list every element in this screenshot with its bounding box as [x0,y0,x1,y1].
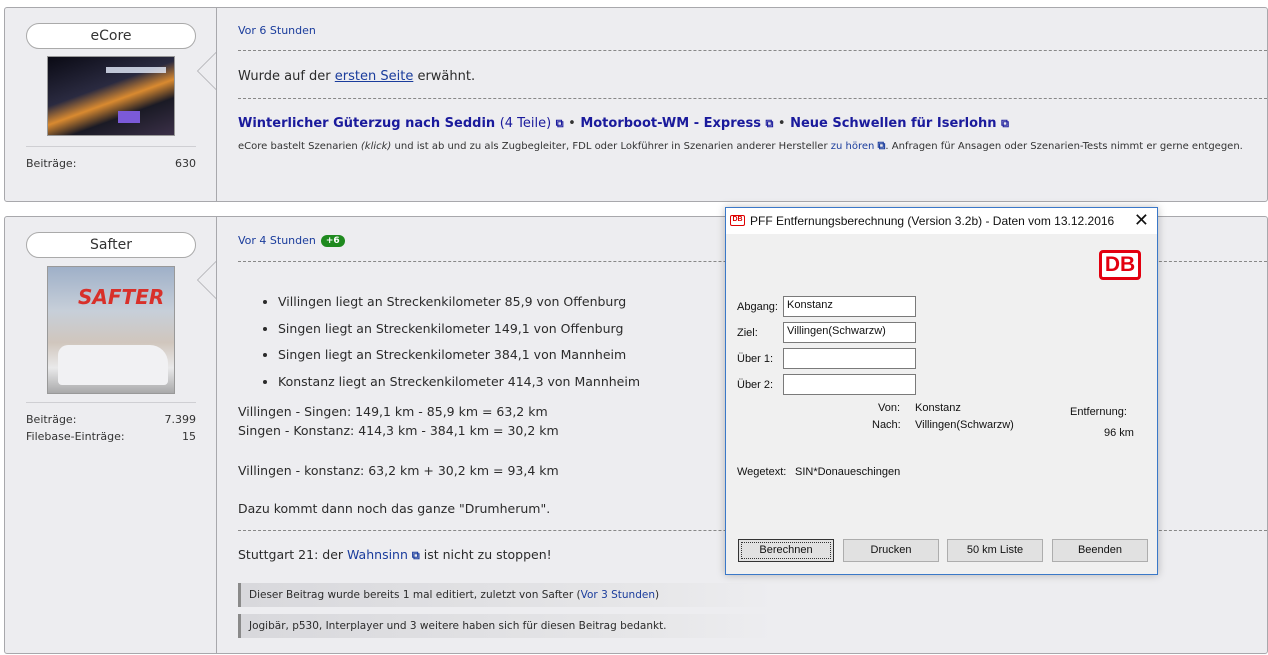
von-value: Konstanz [915,402,961,414]
stat-label: Filebase-Einträge: [26,430,125,443]
stat-label: Beiträge: [26,413,77,426]
ueber2-label: Über 2: [737,379,774,391]
text: eCore bastelt Szenarien [238,141,361,152]
signature-link-guterzug[interactable]: Winterlicher Güterzug nach Seddin [238,116,495,131]
post-text: Wurde auf der ersten Seite erwähnt. [238,69,475,84]
signature-divider [238,98,1267,99]
external-link-icon: ⧉ [765,117,774,130]
ziel-input[interactable]: Villingen(Schwarzw) [783,322,916,343]
external-link-icon: ⧉ [555,117,564,130]
separator: • [568,116,576,131]
calc-line: Villingen - konstanz: 63,2 km + 30,2 km … [238,463,559,478]
post-content: Vor 6 Stunden Wurde auf der ersten Seite… [238,8,1267,201]
post-ecore: eCore Beiträge: 630 Vor 6 Stunden Wurde … [4,7,1268,202]
external-link-icon: ⧉ [411,549,420,562]
wegetext-value: SIN*Donaueschingen [795,466,901,478]
title-bar[interactable]: DB PFF Entfernungsberechnung (Version 3.… [726,208,1157,234]
stat-value: 630 [175,157,196,170]
text: ) [654,589,660,601]
pff-dialog-window: DB PFF Entfernungsberechnung (Version 3.… [725,207,1158,575]
wegetext-label: Wegetext: [737,466,787,478]
username[interactable]: eCore [26,23,196,49]
calc-line: Dazu kommt dann noch das ganze "Drumheru… [238,501,551,516]
stat-label: Beiträge: [26,157,77,170]
like-badge[interactable]: +6 [320,235,345,247]
text: ist nicht zu stoppen! [419,547,552,562]
avatar-detail [106,67,166,73]
user-stats: Beiträge: 7.399 Filebase-Einträge: 15 [26,402,196,445]
speech-arrow [197,261,216,299]
signature-links: Winterlicher Güterzug nach Seddin (4 Tei… [238,116,1009,131]
calc-line: Villingen - Singen: 149,1 km - 85,9 km =… [238,404,548,419]
signature-link-teile[interactable]: (4 Teile) [500,116,552,131]
list-item: Singen liegt an Streckenkilometer 149,1 … [278,316,640,343]
nach-label: Nach: [872,419,901,431]
abgang-label: Abgang: [737,301,778,313]
edit-time-link[interactable]: Vor 3 Stunden [581,589,655,601]
edit-note: Dieser Beitrag wurde bereits 1 mal editi… [238,583,773,607]
von-label: Von: [878,402,901,414]
db-app-icon: DB [730,215,745,226]
abgang-input[interactable]: Konstanz [783,296,916,317]
signature-text: eCore bastelt Szenarien (klick) und ist … [238,139,1243,153]
external-link-icon: ⧉ [1001,117,1009,130]
thanks-note: Jogibär, p530, Interplayer und 3 weitere… [238,614,773,638]
avatar[interactable]: SAFTER [47,266,175,394]
drucken-button[interactable]: Drucken [843,539,939,562]
berechnen-button[interactable]: Berechnen [738,539,834,562]
signature-link-motorboot[interactable]: Motorboot-WM - Express [580,116,761,131]
stat-row: Beiträge: 630 [26,155,196,172]
calculation-block: Villingen - Singen: 149,1 km - 85,9 km =… [238,402,559,440]
avatar-detail [58,345,168,385]
post-sidebar: eCore Beiträge: 630 [5,8,217,201]
calc-line: Singen - Konstanz: 414,3 km - 384,1 km =… [238,423,559,438]
list-item: Singen liegt an Streckenkilometer 384,1 … [278,342,640,369]
nach-value: Villingen(Schwarzw) [915,419,1014,431]
wahnsinn-link[interactable]: Wahnsinn [347,547,408,562]
avatar-detail [118,111,140,123]
ziel-label: Ziel: [737,327,758,339]
avatar-sign-text: SAFTER [78,285,165,309]
50km-liste-button[interactable]: 50 km Liste [947,539,1043,562]
stat-value: 7.399 [164,413,197,426]
text: Dieser Beitrag wurde bereits 1 mal editi… [249,589,581,601]
kilometer-list: Villingen liegt an Streckenkilometer 85,… [264,289,640,395]
signature-text: Stuttgart 21: der Wahnsinn ⧉ ist nicht z… [238,547,552,563]
list-item: Villingen liegt an Streckenkilometer 85,… [278,289,640,316]
text: . Anfragen für Ansagen oder Szenarien-Te… [885,141,1243,152]
user-stats: Beiträge: 630 [26,146,196,172]
stat-row: Beiträge: 7.399 [26,411,196,428]
klick-text: (klick) [360,141,392,152]
divider [238,50,1267,51]
text: und ist ab und zu als Zugbegleiter, FDL … [391,141,831,152]
text: Stuttgart 21: der [238,547,347,562]
entfernung-value: 96 km [1104,427,1134,439]
post-sidebar: Safter SAFTER Beiträge: 7.399 Filebase-E… [5,217,217,653]
username[interactable]: Safter [26,232,196,258]
ueber2-input[interactable] [783,374,916,395]
post-time-link[interactable]: Vor 6 Stunden [238,24,316,37]
first-page-link[interactable]: ersten Seite [335,69,414,84]
list-item: Konstanz liegt an Streckenkilometer 414,… [278,369,640,396]
ueber1-input[interactable] [783,348,916,369]
zu-hoeren-link[interactable]: zu hören [831,141,875,152]
beenden-button[interactable]: Beenden [1052,539,1148,562]
avatar[interactable] [47,56,175,136]
stat-value: 15 [182,430,196,443]
close-icon[interactable]: ✕ [1134,210,1149,230]
post-time-link[interactable]: Vor 4 Stunden [238,234,316,247]
entfernung-label: Entfernung: [1070,406,1127,418]
speech-arrow [197,52,216,90]
signature-link-schwellen[interactable]: Neue Schwellen für Iserlohn [790,116,997,131]
separator: • [777,116,786,131]
post-time: Vor 4 Stunden +6 [238,234,345,247]
db-logo: DB [1099,250,1141,280]
window-title: PFF Entfernungsberechnung (Version 3.2b)… [750,214,1115,228]
text: erwähnt. [413,69,476,84]
text: Wurde auf der [238,69,335,84]
stat-row: Filebase-Einträge: 15 [26,428,196,445]
ueber1-label: Über 1: [737,353,774,365]
